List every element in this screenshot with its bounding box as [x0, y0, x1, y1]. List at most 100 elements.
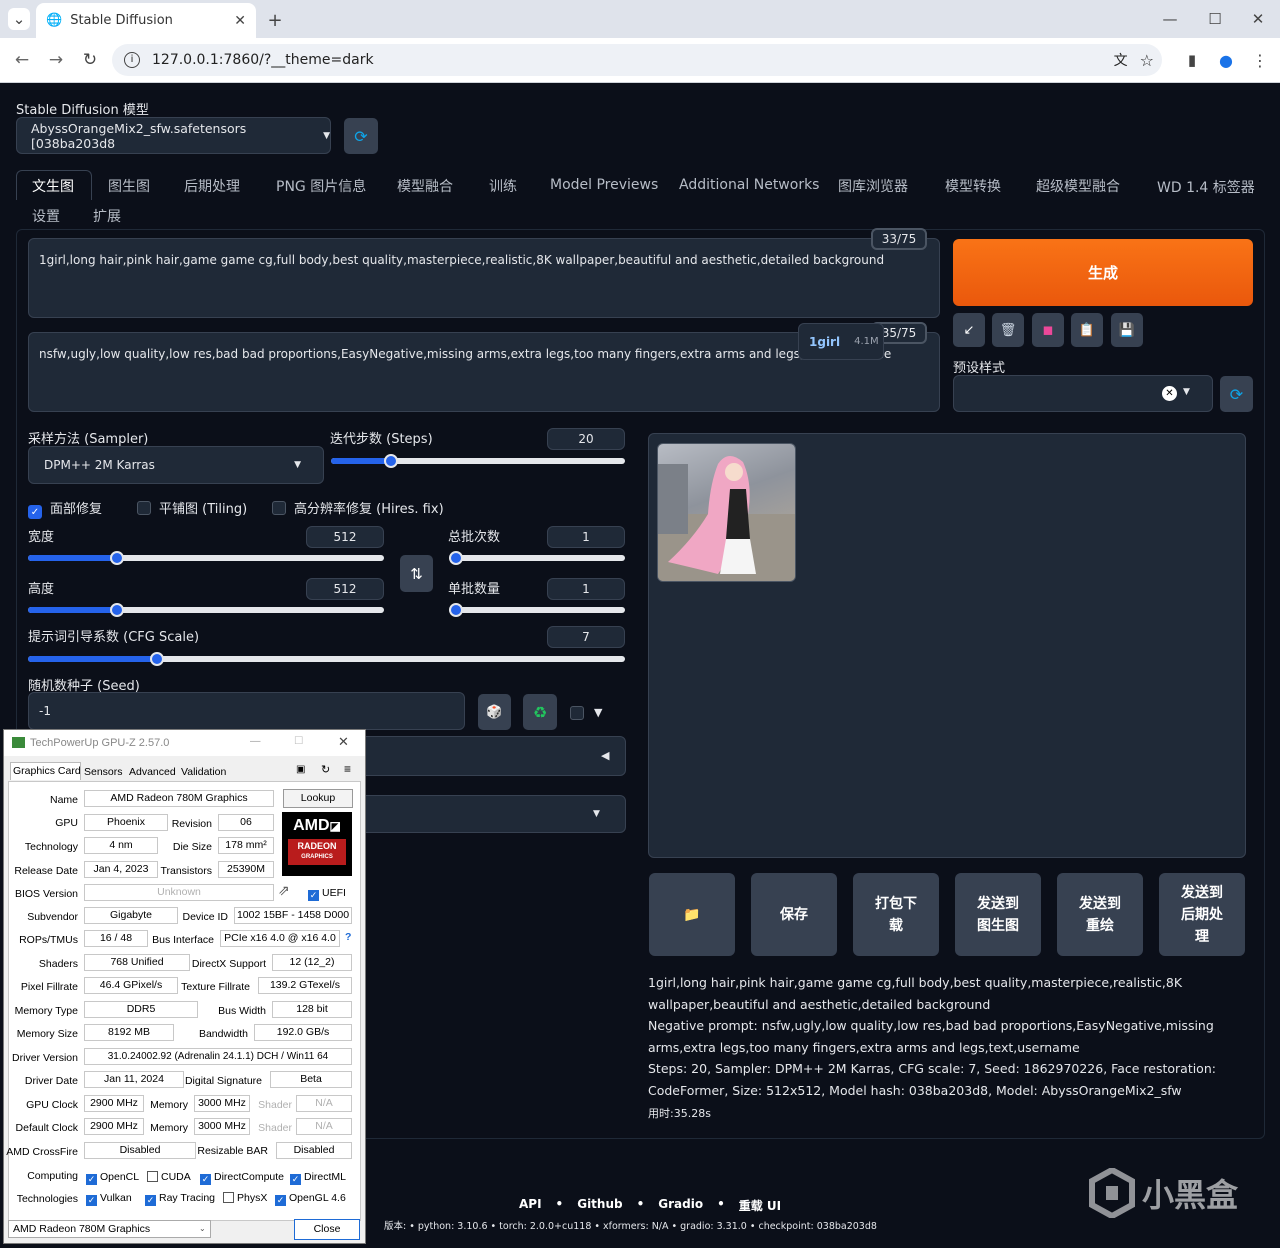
model-select[interactable]: AbyssOrangeMix2_sfw.safetensors [038ba20…: [16, 117, 331, 154]
seed-input[interactable]: -1: [28, 692, 465, 730]
tab-merge[interactable]: 模型融合: [397, 176, 453, 196]
footer-link-api[interactable]: API: [519, 1197, 542, 1214]
slider-handle[interactable]: [449, 551, 463, 565]
slider-handle[interactable]: [110, 551, 125, 565]
styles-select[interactable]: ✕ ▼: [953, 375, 1213, 412]
gpuz-lookup-button[interactable]: Lookup: [283, 789, 353, 808]
face-restore-checkbox[interactable]: ✓ 面部修复: [28, 498, 102, 519]
generate-button[interactable]: 生成: [953, 239, 1253, 306]
footer-link-reload[interactable]: 重载 UI: [739, 1197, 781, 1214]
reload-icon[interactable]: ↻: [78, 48, 102, 72]
close-window-icon[interactable]: ✕: [1248, 8, 1268, 30]
random-seed-button[interactable]: 🎲: [478, 694, 511, 730]
tab-img2img[interactable]: 图生图: [108, 176, 150, 196]
checkbox-icon[interactable]: [570, 706, 584, 720]
send-to-img2img-button[interactable]: 发送到图生图: [955, 873, 1041, 956]
autocomplete-popup[interactable]: 1girl 4.1M: [798, 323, 884, 360]
output-gallery[interactable]: [648, 433, 1246, 858]
gpuz-maximize-icon[interactable]: ☐: [294, 735, 303, 747]
extra-networks-button[interactable]: ◼: [1032, 313, 1064, 347]
gpuz-tab-validation[interactable]: Validation: [181, 766, 226, 778]
footer-link-gradio[interactable]: Gradio: [658, 1197, 703, 1214]
tab-list-chevron-icon[interactable]: ⌄: [8, 8, 30, 30]
forward-icon[interactable]: →: [44, 48, 68, 72]
bookmark-star-icon[interactable]: ☆: [1140, 51, 1154, 70]
height-slider[interactable]: [28, 603, 384, 617]
new-tab-icon[interactable]: +: [264, 9, 286, 31]
tab-extensions[interactable]: 扩展: [93, 206, 121, 226]
tab-train[interactable]: 训练: [489, 176, 517, 196]
gpuz-close-icon[interactable]: ✕: [338, 734, 349, 750]
menu-kebab-icon[interactable]: ⋮: [1248, 48, 1272, 72]
share-icon[interactable]: ⇗: [278, 882, 290, 899]
refresh-styles-button[interactable]: ⟳: [1220, 376, 1253, 412]
steps-slider[interactable]: [331, 454, 625, 468]
clear-icon[interactable]: ✕: [1162, 386, 1177, 401]
gpuz-tab-graphics-card[interactable]: Graphics Card: [13, 765, 81, 777]
open-folder-button[interactable]: 📁: [649, 873, 735, 956]
reuse-seed-button[interactable]: ♻: [523, 694, 557, 730]
sampler-select[interactable]: DPM++ 2M Karras ▼: [28, 446, 324, 484]
maximize-icon[interactable]: ☐: [1205, 8, 1225, 30]
steps-input[interactable]: 20: [547, 428, 625, 450]
site-info-icon[interactable]: i: [124, 52, 140, 68]
clear-prompt-button[interactable]: 🗑: [992, 313, 1024, 347]
tiling-checkbox[interactable]: 平铺图 (Tiling): [137, 498, 247, 517]
slider-handle[interactable]: [110, 603, 125, 617]
gpuz-menu-icon[interactable]: ≡: [344, 762, 351, 776]
refresh-model-button[interactable]: ⟳: [344, 118, 378, 154]
save-style-button[interactable]: 💾: [1111, 313, 1143, 347]
tab-model-convert[interactable]: 模型转换: [945, 176, 1001, 196]
zip-download-button[interactable]: 打包下载: [853, 873, 939, 956]
output-image-thumbnail[interactable]: [657, 443, 796, 582]
cfg-input[interactable]: 7: [547, 626, 625, 648]
save-button[interactable]: 保存: [751, 873, 837, 956]
translate-icon[interactable]: 文: [1114, 50, 1128, 70]
browser-tab[interactable]: 🌐 Stable Diffusion ✕: [36, 3, 256, 38]
width-input[interactable]: 512: [306, 526, 384, 548]
gpuz-tab-sensors[interactable]: Sensors: [84, 766, 123, 778]
slider-handle[interactable]: [449, 603, 463, 617]
width-slider[interactable]: [28, 551, 384, 565]
tab-model-previews[interactable]: Model Previews: [550, 177, 658, 193]
tab-extras[interactable]: 后期处理: [184, 176, 240, 196]
height-input[interactable]: 512: [306, 578, 384, 600]
address-bar[interactable]: i 127.0.0.1:7860/?__theme=dark 文 ☆: [112, 44, 1162, 76]
footer-link-github[interactable]: Github: [577, 1197, 622, 1214]
hires-fix-checkbox[interactable]: 高分辨率修复 (Hires. fix): [272, 498, 444, 517]
prompt-textarea[interactable]: 1girl,long hair,pink hair,game game cg,f…: [28, 238, 940, 318]
gpuz-tab-advanced[interactable]: Advanced: [129, 766, 176, 778]
batch-count-slider[interactable]: [449, 551, 625, 565]
tab-settings[interactable]: 设置: [32, 206, 60, 226]
cfg-slider[interactable]: [28, 652, 625, 666]
help-icon[interactable]: ?: [345, 931, 351, 943]
apply-style-button[interactable]: 📋: [1071, 313, 1103, 347]
triangle-down-icon[interactable]: ▼: [594, 706, 602, 719]
gpuz-refresh-icon[interactable]: ↻: [321, 763, 330, 776]
read-params-button[interactable]: ↙: [953, 313, 985, 347]
checkbox-icon[interactable]: [272, 501, 286, 515]
batch-size-slider[interactable]: [449, 603, 625, 617]
close-tab-icon[interactable]: ✕: [234, 13, 246, 29]
tab-png-info[interactable]: PNG 图片信息: [276, 176, 366, 196]
tab-super-merge[interactable]: 超级模型融合: [1036, 176, 1120, 196]
batch-size-input[interactable]: 1: [547, 578, 625, 600]
tab-wd-tagger[interactable]: WD 1.4 标签器: [1157, 177, 1255, 197]
gpuz-close-button[interactable]: Close: [294, 1219, 360, 1240]
checkbox-checked-icon[interactable]: ✓: [28, 505, 42, 519]
swap-dimensions-button[interactable]: ⇅: [400, 555, 433, 592]
sidebar-icon[interactable]: ▮: [1180, 48, 1204, 72]
checkbox-icon[interactable]: [137, 501, 151, 515]
gpuz-minimize-icon[interactable]: —: [250, 735, 261, 747]
minimize-icon[interactable]: —: [1160, 8, 1180, 30]
tab-txt2img[interactable]: 文生图: [32, 176, 74, 196]
gpuz-camera-icon[interactable]: ▣: [296, 764, 305, 775]
extra-seed-checkbox[interactable]: [570, 706, 592, 722]
tab-gallery[interactable]: 图库浏览器: [838, 176, 908, 196]
profile-icon[interactable]: ●: [1214, 48, 1238, 72]
back-icon[interactable]: ←: [10, 48, 34, 72]
gpuz-device-select[interactable]: AMD Radeon 780M Graphics ⌄: [8, 1220, 211, 1238]
send-to-inpaint-button[interactable]: 发送到重绘: [1057, 873, 1143, 956]
batch-count-input[interactable]: 1: [547, 526, 625, 548]
send-to-extras-button[interactable]: 发送到后期处理: [1159, 873, 1245, 956]
